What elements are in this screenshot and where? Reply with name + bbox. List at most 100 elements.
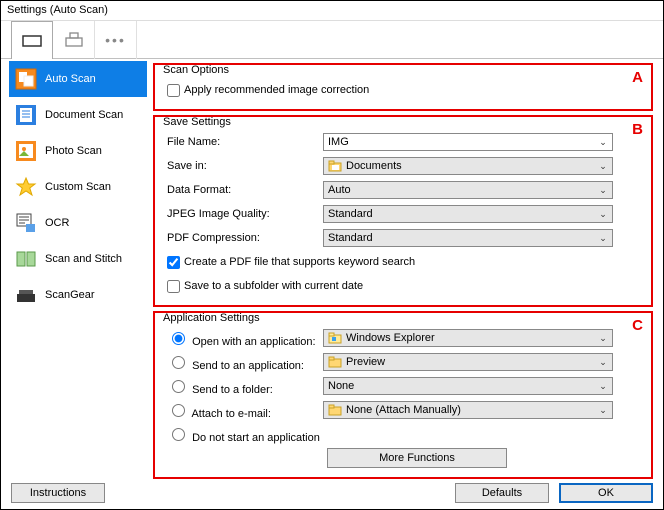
pdf-keyword-checkbox[interactable] [167,256,180,269]
chevron-down-icon: ⌄ [596,207,610,221]
scan-stitch-icon [15,248,37,270]
more-functions-button[interactable]: More Functions [327,448,507,468]
group-title: Scan Options [161,64,231,76]
send-app-radio-row: Send to an application: [163,353,323,372]
chevron-down-icon: ⌄ [596,135,610,149]
send-app-radio[interactable] [172,356,185,369]
pdf-compression-combobox[interactable]: Standard ⌄ [323,229,613,247]
group-app-settings: Application Settings C Open with an appl… [153,311,653,479]
printer-icon [64,32,84,48]
send-folder-combobox[interactable]: None ⌄ [323,377,613,395]
annotation-badge-a: A [632,69,643,86]
send-folder-radio-row: Send to a folder: [163,377,323,396]
ok-button[interactable]: OK [559,483,653,503]
sidebar-item-label: OCR [45,217,69,229]
defaults-button[interactable]: Defaults [455,483,549,503]
group-scan-options: Scan Options A Apply recommended image c… [153,63,653,111]
data-format-combobox[interactable]: Auto ⌄ [323,181,613,199]
open-with-radio[interactable] [172,332,185,345]
file-name-value: IMG [328,136,349,148]
main-panel: Scan Options A Apply recommended image c… [149,59,663,481]
sidebar-item-label: Scan and Stitch [45,253,122,265]
chevron-down-icon: ⌄ [596,331,610,345]
scangear-icon [15,284,37,306]
toolbar-tab-scanner[interactable] [11,21,53,59]
sidebar-item-photo-scan[interactable]: Photo Scan [9,133,147,169]
sidebar-item-custom-scan[interactable]: Custom Scan [9,169,147,205]
chevron-down-icon: ⌄ [596,159,610,173]
apply-correction-label: Apply recommended image correction [184,84,369,96]
sidebar-item-label: Auto Scan [45,73,96,85]
open-with-radio-row: Open with an application: [163,329,323,348]
save-in-value: Documents [346,160,402,172]
jpeg-quality-value: Standard [328,208,373,220]
pdf-compression-value: Standard [328,232,373,244]
file-name-combobox[interactable]: IMG ⌄ [323,133,613,151]
folder-docs-icon [328,159,342,173]
send-app-value: Preview [346,356,385,368]
attach-email-value: None (Attach Manually) [346,404,461,416]
ocr-icon [15,212,37,234]
chevron-down-icon: ⌄ [596,231,610,245]
attach-email-label: Attach to e-mail: [191,408,270,420]
sidebar-item-auto-scan[interactable]: Auto Scan [9,61,147,97]
window-title: Settings (Auto Scan) [1,1,663,21]
sidebar-item-label: ScanGear [45,289,95,301]
file-name-label: File Name: [163,136,323,148]
folder-icon [328,403,342,417]
group-title: Application Settings [161,312,262,324]
pdf-compression-label: PDF Compression: [163,232,323,244]
open-with-label: Open with an application: [192,336,316,348]
annotation-badge-c: C [632,317,643,334]
save-in-label: Save in: [163,160,323,172]
document-scan-icon [15,104,37,126]
toolbar-tab-more[interactable]: ••• [95,21,137,59]
group-title: Save Settings [161,116,233,128]
sidebar-item-label: Custom Scan [45,181,111,193]
top-toolbar: ••• [1,21,663,59]
do-not-start-radio[interactable] [172,428,185,441]
sidebar-item-document-scan[interactable]: Document Scan [9,97,147,133]
send-folder-value: None [328,380,354,392]
subfolder-date-checkbox[interactable] [167,280,180,293]
photo-scan-icon [15,140,37,162]
sidebar-item-label: Photo Scan [45,145,102,157]
chevron-down-icon: ⌄ [596,355,610,369]
custom-scan-icon [15,176,37,198]
do-not-start-radio-row: Do not start an application [163,425,320,444]
send-folder-radio[interactable] [172,380,185,393]
sidebar: Auto Scan Document Scan Photo Scan Custo… [1,59,149,481]
folder-icon [328,355,342,369]
annotation-badge-b: B [632,121,643,138]
instructions-button[interactable]: Instructions [11,483,105,503]
auto-scan-icon [15,68,37,90]
sidebar-item-label: Document Scan [45,109,123,121]
pdf-keyword-label: Create a PDF file that supports keyword … [184,256,415,268]
chevron-down-icon: ⌄ [596,403,610,417]
sidebar-item-scan-stitch[interactable]: Scan and Stitch [9,241,147,277]
group-save-settings: Save Settings B File Name: IMG ⌄ Save in… [153,115,653,307]
send-app-combobox[interactable]: Preview ⌄ [323,353,613,371]
chevron-down-icon: ⌄ [596,379,610,393]
chevron-down-icon: ⌄ [596,183,610,197]
footer: Instructions Defaults OK [1,481,663,505]
sidebar-item-scangear[interactable]: ScanGear [9,277,147,313]
scanner-icon [22,34,42,48]
open-with-value: Windows Explorer [346,332,435,344]
send-folder-label: Send to a folder: [192,384,273,396]
subfolder-date-label: Save to a subfolder with current date [184,280,363,292]
toolbar-tab-printer[interactable] [53,21,95,59]
do-not-start-label: Do not start an application [192,432,320,444]
attach-email-combobox[interactable]: None (Attach Manually) ⌄ [323,401,613,419]
explorer-icon [328,331,342,345]
save-in-combobox[interactable]: Documents ⌄ [323,157,613,175]
sidebar-item-ocr[interactable]: OCR [9,205,147,241]
apply-correction-checkbox[interactable] [167,84,180,97]
data-format-value: Auto [328,184,351,196]
jpeg-quality-label: JPEG Image Quality: [163,208,323,220]
data-format-label: Data Format: [163,184,323,196]
open-with-combobox[interactable]: Windows Explorer ⌄ [323,329,613,347]
jpeg-quality-combobox[interactable]: Standard ⌄ [323,205,613,223]
attach-email-radio[interactable] [172,404,185,417]
dots-icon: ••• [105,32,126,48]
